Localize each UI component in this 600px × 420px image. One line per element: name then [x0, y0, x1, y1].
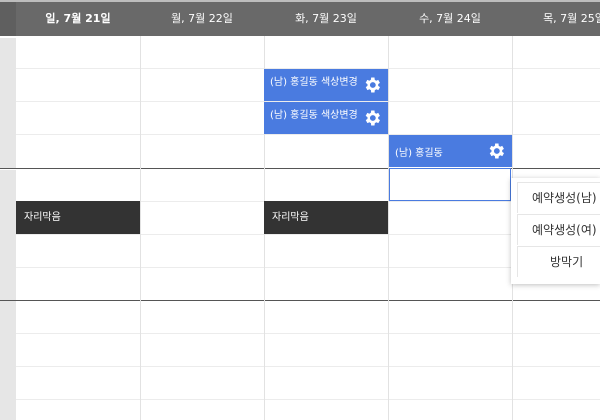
blocked-slot[interactable]: 자리막음 [264, 201, 388, 234]
menu-item-create-male[interactable]: 예약생성(남) [517, 182, 600, 213]
event-label: (남) 홍길동 색상변경 [270, 77, 358, 88]
day-header-mon[interactable]: 월, 7월 22일 [140, 2, 264, 36]
event-label: (남) 홍길동 색상변경 [270, 110, 358, 121]
event-label: (남) 홍길동 [395, 148, 443, 159]
calendar-header: 일, 7월 21일 월, 7월 22일 화, 7월 23일 수, 7월 24일 … [0, 2, 600, 36]
group-divider-line [0, 300, 600, 301]
grid-column-line [388, 36, 389, 420]
day-header-tue[interactable]: 화, 7월 23일 [264, 2, 388, 36]
reservation-event[interactable]: (남) 홍길동 색상변경 [264, 102, 388, 134]
day-header-wed[interactable]: 수, 7월 24일 [388, 2, 512, 36]
gear-icon[interactable] [362, 75, 382, 95]
reservation-event[interactable]: (남) 홍길동 색상변경 [264, 69, 388, 101]
calendar-week-view: 일, 7월 21일 월, 7월 22일 화, 7월 23일 수, 7월 24일 … [0, 0, 600, 420]
day-header-thu[interactable]: 목, 7월 25일 [512, 2, 600, 36]
time-gutter [0, 36, 16, 420]
gear-icon[interactable] [486, 141, 506, 161]
gear-icon[interactable] [362, 108, 382, 128]
slot-context-menu: 예약생성(남) 예약생성(여) 방막기 [511, 178, 600, 284]
reservation-event[interactable]: (남) 홍길동 [389, 135, 512, 167]
day-header-sun[interactable]: 일, 7월 21일 [16, 2, 140, 36]
selected-time-slot[interactable] [389, 168, 511, 201]
header-gutter [0, 2, 16, 36]
gutter-tick [0, 36, 16, 38]
blocked-slot[interactable]: 자리막음 [16, 201, 140, 234]
menu-item-block-room[interactable]: 방막기 [517, 246, 600, 277]
grid-column-line [140, 36, 141, 420]
menu-item-create-female[interactable]: 예약생성(여) [517, 214, 600, 245]
